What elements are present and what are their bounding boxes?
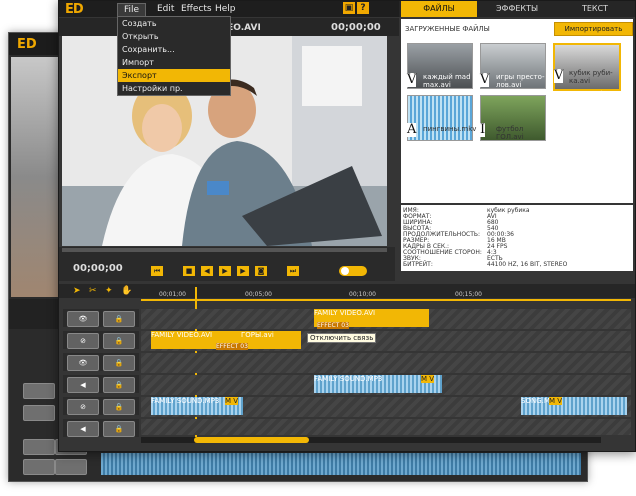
save-icon[interactable]: ▣ [343, 2, 355, 14]
thumb-label: пингвины.mkv [423, 125, 477, 133]
thumb-label: кубик руби- ка.avi [569, 69, 613, 85]
clip-title: FAMILY VIDEO.AVI [151, 331, 213, 339]
timeline-scroll-thumb[interactable] [194, 437, 309, 443]
current-time-top: 00;00;00 [331, 22, 381, 33]
mv-marker: M V [225, 397, 239, 405]
mv-marker: M V [421, 375, 435, 383]
menu-item-open[interactable]: Открыть [118, 30, 230, 43]
snapshot-icon[interactable]: ◙ [255, 266, 267, 276]
effect-label: EFFECT 03 [216, 343, 248, 350]
play-icon[interactable]: ▶ [219, 266, 231, 276]
prop-key: БИТРЕЙТ: [403, 261, 433, 268]
ruler-tick: 00;10;00 [349, 291, 376, 298]
audio-track-header: ◀ 🔒 [63, 419, 139, 437]
tab-text[interactable]: ТЕКСТ [557, 1, 633, 17]
ruler-line [141, 299, 631, 301]
lock-icon[interactable]: 🔒 [103, 421, 135, 437]
app-logo: ED [65, 2, 84, 17]
current-time-bottom: 00;00;00 [73, 263, 123, 274]
lock-icon[interactable]: 🔒 [103, 355, 135, 371]
help-icon[interactable]: ? [357, 2, 369, 14]
library-header: ЗАГРУЖЕННЫЕ ФАЙЛЫ [405, 25, 490, 33]
back-audio-waveform [101, 453, 581, 475]
eye-icon[interactable]: 👁 [67, 311, 99, 327]
file-dropdown-menu: Создать Открыть Сохранить... Импорт Эксп… [117, 16, 231, 96]
clip-title: FAMILY VIDEO.AVI [314, 309, 376, 317]
audio-clip[interactable]: SONG.MP3 [521, 397, 627, 415]
razor-tool-icon[interactable]: ✦ [105, 286, 113, 296]
ruler-tick: 00;05;00 [245, 291, 272, 298]
unlink-tooltip: Отключить связь [307, 333, 377, 343]
tab-files[interactable]: ФАЙЛЫ [401, 1, 477, 17]
step-forward-icon[interactable]: ▶ [237, 266, 249, 276]
ruler-tick: 00;15;00 [455, 291, 482, 298]
step-back-icon[interactable]: ◀ [201, 266, 213, 276]
effect-label: EFFECT 03 [317, 322, 349, 329]
stop-icon[interactable]: ■ [183, 266, 195, 276]
ruler-tick: 00;01;00 [159, 291, 186, 298]
video-lane-3 [141, 353, 631, 373]
thumb-type-letter: I [480, 122, 486, 137]
lock-icon[interactable]: 🔒 [103, 399, 135, 415]
menu-item-save[interactable]: Сохранить... [118, 43, 230, 56]
import-button[interactable]: Импортировать [554, 22, 633, 36]
video-track-header: ⊘ 🔒 [63, 331, 139, 349]
lock-icon[interactable]: 🔒 [103, 311, 135, 327]
hidden-eye-icon[interactable]: ⊘ [67, 333, 99, 349]
thumb-label: каждый mad max.avi [423, 73, 471, 89]
menu-item-create[interactable]: Создать [118, 17, 230, 30]
go-start-icon[interactable]: ⏮ [151, 266, 163, 276]
player-scrubber[interactable] [62, 248, 387, 252]
mute-icon[interactable]: ⊘ [67, 399, 99, 415]
tab-effects[interactable]: ЭФФЕКТЫ [479, 1, 555, 17]
mv-marker: M V [549, 397, 563, 405]
back-logo: ED [17, 37, 37, 52]
audio-track-header: ◀ 🔒 [63, 375, 139, 393]
menu-file[interactable]: File [117, 3, 147, 17]
back-track-button[interactable] [23, 405, 55, 421]
audio-lane-3 [141, 419, 631, 435]
clip-title: FAMILY SOUND.MP3 [151, 397, 220, 405]
thumb-type-letter: V [407, 72, 417, 87]
media-thumb[interactable] [407, 95, 473, 141]
thumb-label: игры престо- лов.avi [496, 73, 545, 89]
video-clip[interactable]: ГОРЫ.avi [241, 331, 301, 349]
menu-item-export[interactable]: Экспорт [118, 69, 230, 82]
back-track-button[interactable] [23, 383, 55, 399]
lock-icon[interactable]: 🔒 [103, 333, 135, 349]
menu-item-settings[interactable]: Настройки пр. [118, 82, 230, 95]
volume-toggle[interactable] [339, 266, 367, 276]
menu-help[interactable]: Help [209, 3, 242, 15]
speaker-icon[interactable]: ◀ [67, 421, 99, 437]
clip-title: ГОРЫ.avi [241, 331, 274, 339]
mouse-cursor-icon: ➘ [599, 87, 610, 101]
menu-item-import[interactable]: Импорт [118, 56, 230, 69]
speaker-icon[interactable]: ◀ [67, 377, 99, 393]
audio-track-header: ⊘ 🔒 [63, 397, 139, 415]
thumb-type-letter: V [480, 72, 490, 87]
video-track-header: 👁 🔒 [63, 353, 139, 371]
lock-icon[interactable]: 🔒 [103, 377, 135, 393]
back-track-button[interactable] [23, 459, 55, 475]
prop-value: 44100 HZ, 16 BIT, STEREO [487, 261, 568, 268]
timeline-toolbar [59, 284, 635, 298]
clip-title: FAMILY SOUND.MP3 [314, 375, 383, 383]
thumb-type-letter: V [554, 68, 564, 83]
back-track-button[interactable] [55, 459, 87, 475]
cut-tool-icon[interactable]: ✂ [89, 286, 97, 296]
pointer-tool-icon[interactable]: ➤ [73, 286, 81, 296]
menu-bar: ED File Edit Effects Help ▣ ? [59, 1, 399, 17]
back-track-button[interactable] [23, 439, 55, 455]
hand-tool-icon[interactable]: ✋ [121, 286, 132, 296]
thumb-type-letter: A [407, 122, 417, 137]
go-end-icon[interactable]: ⏭ [287, 266, 299, 276]
eye-icon[interactable]: 👁 [67, 355, 99, 371]
editor-window: ED File Edit Effects Help ▣ ? Создать От… [58, 0, 636, 452]
panel-tabs: ФАЙЛЫ ЭФФЕКТЫ ТЕКСТ [399, 1, 635, 17]
thumb-label: футбол ГОЛ.avi [496, 125, 524, 141]
video-track-header: 👁 🔒 [63, 309, 139, 327]
